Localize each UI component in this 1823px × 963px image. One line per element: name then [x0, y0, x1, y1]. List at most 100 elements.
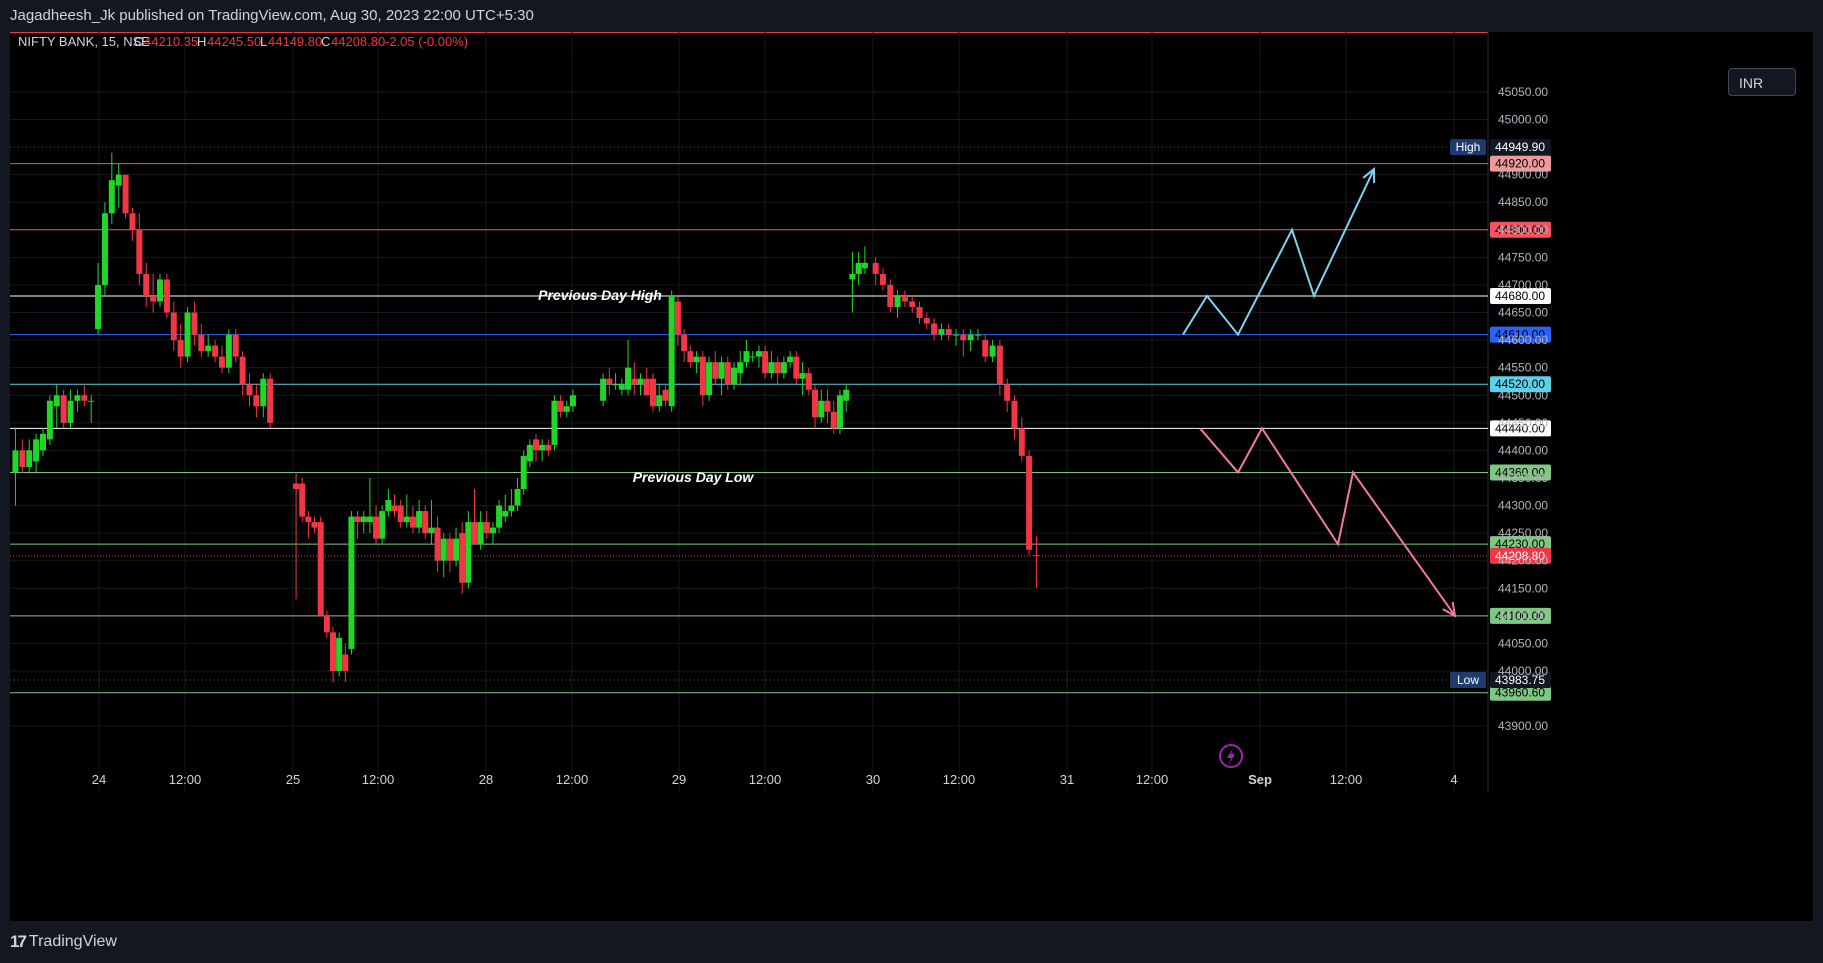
x-tick-label: 25 [286, 772, 300, 787]
legend-symbol: NIFTY BANK, 15, NSE [18, 34, 150, 49]
candle-body [108, 180, 115, 214]
y-tick-label: 44900.00 [1498, 168, 1548, 182]
candle-body [329, 632, 336, 671]
candle-body [205, 345, 212, 352]
y-tick-label: 44200.00 [1498, 554, 1548, 568]
candle-body [872, 262, 879, 274]
currency-button[interactable]: INR [1728, 68, 1796, 96]
candle-body [662, 389, 669, 401]
x-tick-label: 24 [92, 772, 106, 787]
legend-close: 44208.80 [331, 34, 385, 49]
annotation-label: Previous Day High [538, 287, 662, 303]
y-tick-label: 44350.00 [1498, 471, 1548, 485]
legend-high-label: H [197, 34, 206, 49]
candle-body [824, 400, 831, 412]
candle-body [428, 527, 435, 534]
candle-body [373, 516, 380, 539]
candle-body [982, 340, 989, 357]
candle-body [143, 273, 150, 296]
legend-open-label: O [134, 34, 144, 49]
publisher-header: Jagadheesh_Jk published on TradingView.c… [10, 7, 534, 24]
candle-body [712, 362, 719, 379]
legend-close-label: C [321, 34, 330, 49]
y-tick-label: 43900.00 [1498, 719, 1548, 733]
y-tick-label: 44300.00 [1498, 499, 1548, 513]
candle-body [901, 295, 908, 302]
chart-frame[interactable]: 44920.00 44800.00 44680.00 44610.00 44520.00… [10, 32, 1813, 921]
candle-body [818, 400, 825, 418]
candle-body [563, 406, 570, 412]
candle-body [787, 356, 794, 363]
candle-body [618, 384, 625, 390]
candle-body [496, 505, 503, 528]
y-tick-label: 44550.00 [1498, 361, 1548, 375]
candle-body [793, 356, 800, 379]
lightning-icon[interactable] [1219, 744, 1243, 768]
x-tick-label: 28 [479, 772, 493, 787]
level-lines: 44920.0044800.0044680.0044610.0044520.00… [10, 139, 1551, 701]
candle-body [26, 450, 33, 467]
candle-body [996, 345, 1003, 385]
candle-body [33, 439, 40, 462]
x-tick-label: 12:00 [1330, 772, 1363, 787]
candle-body [887, 284, 894, 308]
candle-body [1004, 384, 1011, 401]
legend-low-label: L [260, 34, 267, 49]
candle-body [668, 295, 675, 407]
legend-low: 44149.80 [268, 34, 322, 49]
candle-body [391, 505, 398, 512]
x-tick-label: 12:00 [362, 772, 395, 787]
candle-body [916, 307, 923, 319]
y-tick-label: 44750.00 [1498, 250, 1548, 264]
candle-body [606, 378, 613, 385]
candle-body [440, 538, 447, 561]
candle-body [931, 323, 938, 335]
ohlc-legend: NIFTY BANK, 15, NSE O 44210.35 H 44245.5… [18, 34, 468, 49]
y-tick-label: 44100.00 [1498, 609, 1548, 623]
candle-body [600, 378, 607, 401]
candle-body [520, 455, 527, 490]
candle-body [416, 511, 423, 528]
y-tick-label: 44000.00 [1498, 664, 1548, 678]
candle-body [409, 516, 416, 528]
candle-body [674, 301, 681, 335]
x-tick-label: 12:00 [1136, 772, 1169, 787]
candle-body [774, 362, 781, 374]
candle-body [861, 262, 868, 269]
candle-body [323, 615, 330, 633]
candle-body [253, 395, 260, 407]
y-tick-label: 44650.00 [1498, 306, 1548, 320]
candle-body [508, 505, 515, 512]
y-tick-label: 44450.00 [1498, 416, 1548, 430]
candle-body [129, 213, 136, 230]
candle-body [681, 334, 688, 352]
candle-body [95, 284, 102, 330]
candle-body [385, 500, 392, 512]
candle-body [465, 522, 472, 583]
x-tick-label: 12:00 [749, 772, 782, 787]
candles [12, 152, 1040, 683]
candle-body [489, 527, 496, 534]
tradingview-brand[interactable]: TradingView [29, 933, 117, 951]
candle-body [46, 400, 53, 440]
projection-path-down [1199, 426, 1456, 617]
candle-body [805, 373, 812, 390]
candlestick-chart[interactable]: 44920.0044800.0044680.0044610.0044520.00… [10, 32, 1813, 921]
candle-body [360, 516, 367, 523]
high-label: 44949.90 [1495, 140, 1545, 154]
candle-body [293, 483, 300, 490]
x-tick-label: 30 [866, 772, 880, 787]
y-tick-label: 44250.00 [1498, 526, 1548, 540]
candle-body [39, 433, 46, 451]
candle-body [379, 511, 386, 539]
candle-body [453, 538, 460, 561]
candle-body [637, 378, 644, 385]
x-tick-label: 12:00 [556, 772, 589, 787]
y-tick-label: 44700.00 [1498, 278, 1548, 292]
low-tag: Low [1457, 673, 1479, 687]
candle-body [545, 444, 552, 451]
tradingview-logo-icon[interactable]: 17 [10, 932, 27, 952]
legend-change: -2.05 (-0.00%) [385, 34, 468, 49]
x-tick-label: 29 [672, 772, 686, 787]
candle-body [115, 174, 122, 186]
